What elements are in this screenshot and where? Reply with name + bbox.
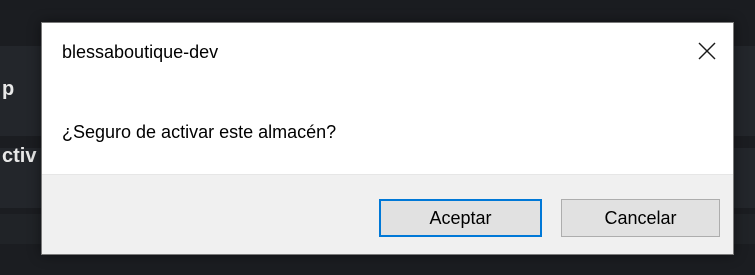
cancel-button[interactable]: Cancelar — [561, 199, 720, 237]
background-partial-text: p — [2, 78, 15, 100]
dialog-footer: Aceptar Cancelar — [42, 174, 733, 254]
close-button[interactable] — [691, 35, 723, 67]
dialog-message: ¿Seguro de activar este almacén? — [62, 122, 337, 142]
background-partial-text: ctiv — [2, 145, 37, 167]
accept-button[interactable]: Aceptar — [379, 199, 542, 237]
background-top-strip — [0, 0, 755, 10]
confirm-dialog: blessaboutique-dev ¿Seguro de activar es… — [41, 22, 734, 255]
dialog-title: blessaboutique-dev — [62, 42, 219, 62]
close-icon — [698, 42, 716, 60]
